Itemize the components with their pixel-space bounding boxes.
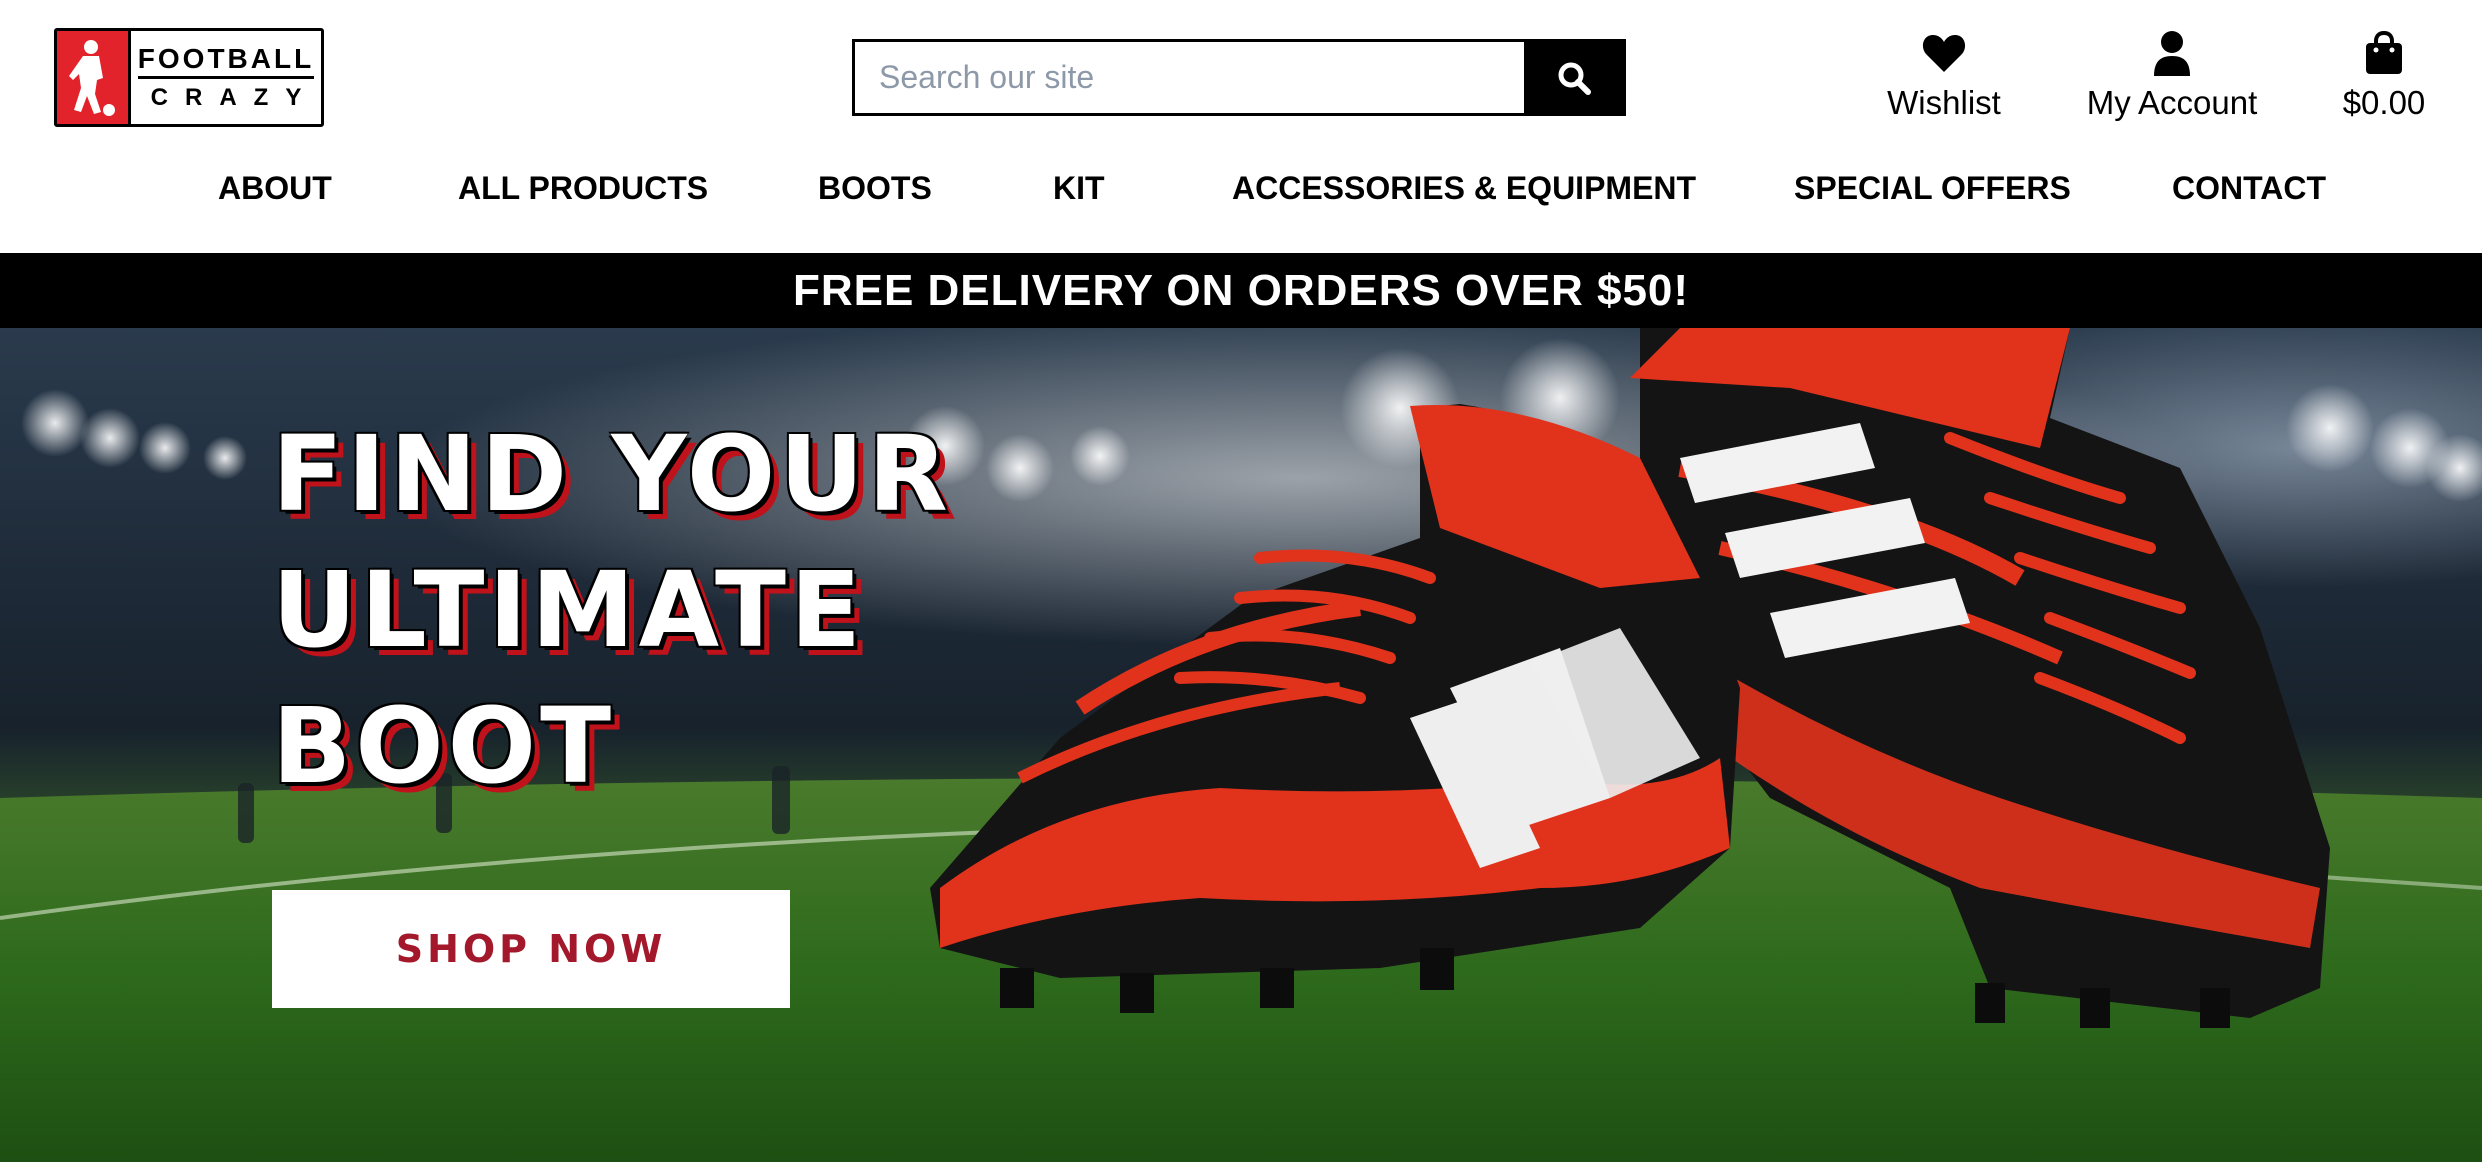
heart-icon xyxy=(1922,35,1966,72)
hero-headline: FIND YOUR ULTIMATE BOOT xyxy=(272,406,952,814)
search-button[interactable] xyxy=(1524,42,1623,113)
hero-headline-line-1: FIND YOUR xyxy=(272,413,952,535)
nav-item-accessories-equipment[interactable]: ACCESSORIES & EQUIPMENT xyxy=(1232,170,1696,207)
cart-link[interactable]: $0.00 xyxy=(2330,28,2438,122)
shop-now-label: SHOP NOW xyxy=(395,927,667,971)
wishlist-label: Wishlist xyxy=(1887,84,2001,121)
search-input[interactable] xyxy=(855,42,1524,113)
nav-item-special-offers[interactable]: SPECIAL OFFERS xyxy=(1794,170,2071,207)
my-account-link[interactable]: My Account xyxy=(2074,28,2270,122)
hero-headline-line-2: ULTIMATE xyxy=(272,549,866,671)
footballer-logo-icon xyxy=(57,31,131,124)
search-icon xyxy=(1558,62,1591,95)
nav-item-contact[interactable]: CONTACT xyxy=(2172,170,2326,207)
wishlist-link[interactable]: Wishlist xyxy=(1866,28,2022,122)
shopping-bag-icon xyxy=(2366,31,2402,74)
nav-item-kit[interactable]: KIT xyxy=(1053,170,1105,207)
search-bar xyxy=(852,39,1626,116)
promo-text: FREE DELIVERY ON ORDERS OVER $50! xyxy=(792,265,1690,315)
nav-item-boots[interactable]: BOOTS xyxy=(818,170,932,207)
hero-headline-line-3: BOOT xyxy=(272,685,616,807)
my-account-label: My Account xyxy=(2086,84,2258,121)
nav-item-about[interactable]: ABOUT xyxy=(218,170,332,207)
cart-total: $0.00 xyxy=(2342,84,2426,121)
main-nav: ABOUT ALL PRODUCTS BOOTS KIT ACCESSORIES… xyxy=(0,170,2482,230)
site-header: FOOTBALL CRAZY Wishlist My Account xyxy=(0,0,2482,252)
nav-item-all-products[interactable]: ALL PRODUCTS xyxy=(458,170,708,207)
hero-banner: FIND YOUR ULTIMATE BOOT SHOP NOW xyxy=(0,328,2482,1162)
brand-wordmark: FOOTBALL CRAZY xyxy=(131,31,321,124)
brand-logo[interactable]: FOOTBALL CRAZY xyxy=(54,28,324,127)
user-icon xyxy=(2154,31,2190,76)
brand-line-1: FOOTBALL xyxy=(137,44,315,79)
brand-line-2: CRAZY xyxy=(150,84,319,111)
promo-banner: FREE DELIVERY ON ORDERS OVER $50! xyxy=(0,253,2482,328)
shop-now-button[interactable]: SHOP NOW xyxy=(272,890,790,1008)
